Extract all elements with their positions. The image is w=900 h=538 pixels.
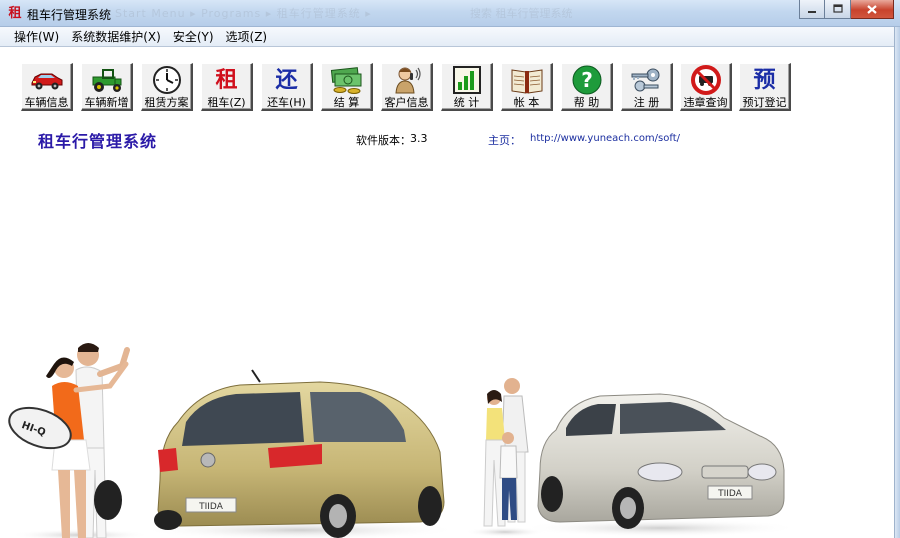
bar-chart-icon	[447, 65, 487, 95]
ledger-book-icon	[507, 65, 547, 95]
reservation-button[interactable]: 预 预订登记	[739, 63, 791, 111]
register-label: 注 册	[633, 96, 660, 109]
svg-text:TIIDA: TIIDA	[717, 489, 743, 499]
version-label: 软件版本：	[356, 134, 411, 147]
statistics-label: 统 计	[453, 96, 480, 109]
window-controls	[799, 0, 894, 19]
rent-glyph-icon: 租	[215, 67, 238, 93]
violation-query-button[interactable]: 违章查询	[680, 63, 732, 111]
vehicle-info-button[interactable]: 车辆信息	[21, 63, 73, 111]
version-value: 3.3	[410, 132, 428, 145]
rental-plan-button[interactable]: 租赁方案	[141, 63, 193, 111]
ledger-label: 帐 本	[513, 96, 540, 109]
customer-icon	[387, 65, 427, 95]
customer-info-label: 客户信息	[384, 96, 429, 109]
maximize-button[interactable]	[825, 0, 851, 19]
menu-bar: 操作(W) 系统数据维护(X) 安全(Y) 选项(Z)	[0, 27, 900, 47]
add-vehicle-button[interactable]: 车辆新增	[81, 63, 133, 111]
minimize-button[interactable]	[799, 0, 825, 19]
green-tractor-icon	[87, 65, 127, 95]
return-car-label: 还车(H)	[267, 96, 306, 109]
menu-security[interactable]: 安全(Y)	[167, 27, 220, 47]
help-icon: ?	[567, 65, 607, 95]
minimize-icon	[808, 11, 816, 13]
svg-text:TIIDA: TIIDA	[198, 502, 224, 512]
maximize-icon	[832, 4, 843, 13]
register-button[interactable]: 注 册	[621, 63, 673, 111]
money-icon	[327, 65, 367, 95]
red-car-icon	[27, 65, 67, 95]
reservation-label: 预订登记	[742, 96, 787, 109]
ghost-breadcrumb: Start Menu ▸ Programs ▸ 租车行管理系统 ▸	[115, 7, 372, 20]
close-button[interactable]	[851, 0, 894, 19]
ledger-button[interactable]: 帐 本	[501, 63, 553, 111]
silver-sedan-car: TIIDA	[520, 393, 800, 537]
close-icon	[867, 4, 877, 14]
ghost-search-text: 搜索 租车行管理系统	[470, 7, 573, 20]
title-bar[interactable]: 租 租车行管理系统 Start Menu ▸ Programs ▸ 租车行管理系…	[0, 0, 900, 27]
statistics-button[interactable]: 统 计	[441, 63, 493, 111]
return-glyph-icon: 还	[275, 67, 298, 93]
window-frame-right	[894, 27, 900, 538]
menu-operation[interactable]: 操作(W)	[8, 27, 65, 47]
add-vehicle-label: 车辆新增	[84, 96, 129, 109]
no-entry-sign-icon	[686, 65, 726, 95]
violation-query-label: 违章查询	[683, 96, 728, 109]
reserve-glyph-icon: 预	[753, 67, 776, 93]
promo-illustration: HI-Q TIIDA TIIDA	[8, 343, 800, 538]
gold-hatchback-car: TIIDA	[140, 369, 460, 538]
rent-car-label: 租车(Z)	[207, 96, 246, 109]
help-button[interactable]: ? 帮 助	[561, 63, 613, 111]
customer-info-button[interactable]: 客户信息	[381, 63, 433, 111]
window-title: 租车行管理系统	[27, 8, 112, 22]
menu-options[interactable]: 选项(Z)	[220, 27, 274, 47]
tennis-couple-figure: HI-Q	[8, 343, 150, 538]
menu-data-maintenance[interactable]: 系统数据维护(X)	[65, 27, 167, 47]
homepage-link[interactable]: http://www.yuneach.com/soft/	[530, 133, 680, 144]
clock-icon	[147, 65, 187, 95]
keys-icon	[627, 65, 667, 95]
rental-plan-label: 租赁方案	[144, 96, 189, 109]
help-label: 帮 助	[573, 96, 600, 109]
vehicle-info-label: 车辆信息	[24, 96, 69, 109]
app-logo-icon: 租	[8, 6, 22, 21]
system-title: 租车行管理系统	[38, 132, 158, 151]
rent-car-button[interactable]: 租 租车(Z)	[201, 63, 253, 111]
return-car-button[interactable]: 还 还车(H)	[261, 63, 313, 111]
homepage-label: 主页：	[488, 134, 521, 147]
family-figure	[465, 378, 545, 537]
svg-text:?: ?	[581, 68, 593, 92]
settlement-label: 结 算	[333, 96, 360, 109]
settlement-button[interactable]: 结 算	[321, 63, 373, 111]
